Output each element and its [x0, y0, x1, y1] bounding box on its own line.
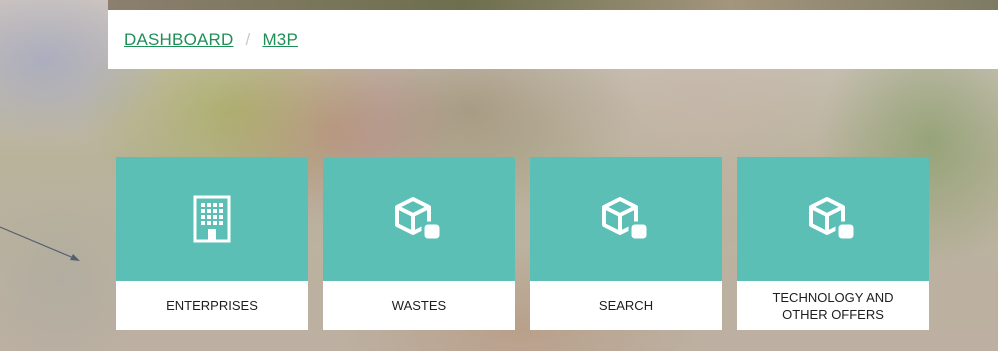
tile-technology-offers[interactable]: TECHNOLOGY AND OTHER OFFERS	[737, 157, 929, 330]
cube-icon	[602, 197, 650, 242]
tile-search[interactable]: SEARCH	[530, 157, 722, 330]
tile-wastes[interactable]: WASTES	[323, 157, 515, 330]
tile-search-label-area: SEARCH	[530, 281, 722, 330]
breadcrumb-dashboard-link[interactable]: DASHBOARD	[124, 30, 234, 50]
tile-wastes-label-area: WASTES	[323, 281, 515, 330]
tile-grid: ENTERPRISES WASTES SEARCH TECHNOLOGY AND…	[116, 157, 944, 330]
tile-label: TECHNOLOGY AND OTHER OFFERS	[772, 289, 894, 322]
breadcrumb: DASHBOARD / M3P	[108, 10, 998, 69]
tile-label: WASTES	[391, 298, 447, 313]
tile-technology-offers-label-area: TECHNOLOGY AND OTHER OFFERS	[737, 281, 929, 330]
header-top-strip	[108, 0, 998, 10]
cube-icon	[809, 197, 857, 242]
tile-technology-offers-icon-area	[737, 157, 929, 281]
building-icon	[193, 195, 231, 243]
tile-label: ENTERPRISES	[166, 298, 258, 313]
tile-enterprises-icon-area	[116, 157, 308, 281]
tile-search-icon-area	[530, 157, 722, 281]
breadcrumb-m3p-link[interactable]: M3P	[262, 30, 298, 50]
annotation-arrow	[0, 226, 80, 261]
breadcrumb-separator: /	[245, 29, 251, 49]
tile-enterprises[interactable]: ENTERPRISES	[116, 157, 308, 330]
tile-enterprises-label-area: ENTERPRISES	[116, 281, 308, 330]
tile-wastes-icon-area	[323, 157, 515, 281]
tile-label: SEARCH	[598, 298, 654, 313]
cube-icon	[395, 197, 443, 242]
